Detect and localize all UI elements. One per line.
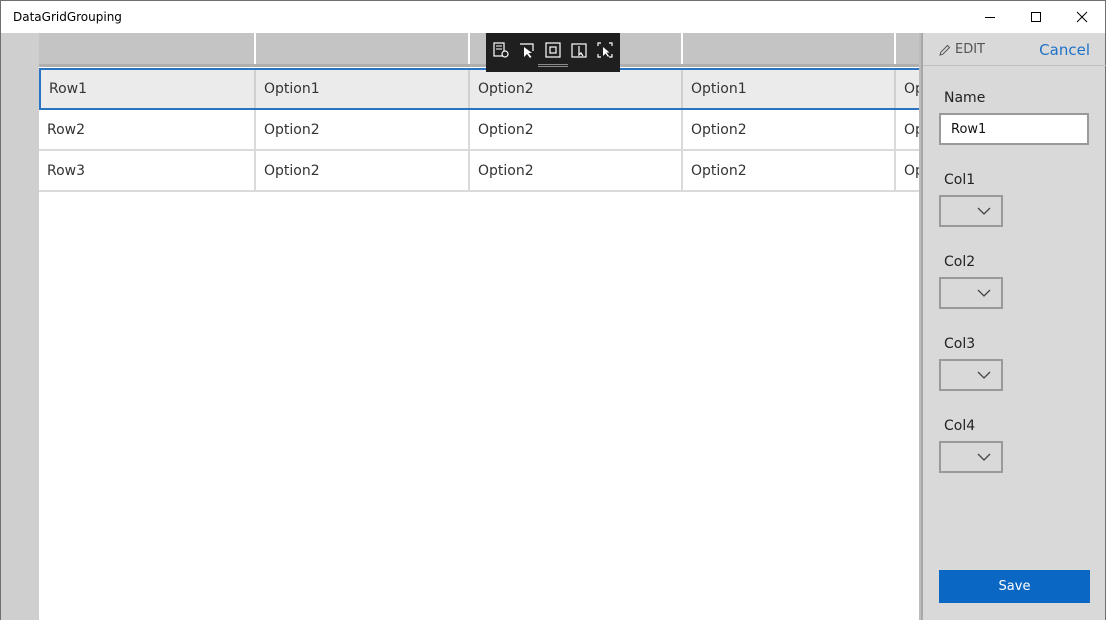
name-label: Name [944,90,986,106]
col4-combobox[interactable] [939,441,1003,473]
panel-header: EDIT Cancel [923,33,1106,66]
table-row[interactable]: Row1 Option1 Option2 Option1 Op [39,68,919,110]
col3-label: Col3 [944,336,976,352]
chevron-down-icon [977,289,991,297]
minimize-icon [985,17,995,18]
col2-combobox[interactable] [939,277,1003,309]
table-cell[interactable]: Option2 [683,151,896,190]
col2-label: Col2 [944,254,976,270]
table-cell[interactable]: Op [896,70,919,108]
column-header[interactable] [683,33,896,67]
debug-toolbar [486,33,620,72]
edit-heading: EDIT [939,42,985,57]
cancel-button[interactable]: Cancel [1039,41,1090,59]
table-cell[interactable]: Option2 [470,70,683,108]
column-header[interactable] [896,33,919,67]
table-cell[interactable]: Option2 [683,110,896,149]
col3-combobox[interactable] [939,359,1003,391]
table-cell[interactable]: Option2 [256,151,470,190]
save-button[interactable]: Save [939,570,1090,603]
header-divider [39,64,919,67]
chevron-down-icon [977,371,991,379]
table-cell[interactable]: Option2 [470,151,683,190]
column-header[interactable] [39,33,256,67]
table-cell[interactable]: Option2 [470,110,683,149]
edit-panel: EDIT Cancel Name Col1 Col2 Col3 Col4 Sav… [921,33,1106,620]
select-element-button[interactable] [516,40,538,60]
live-visual-tree-button[interactable] [490,40,512,60]
table-row[interactable]: Row3 Option2 Option2 Option2 Op [39,151,919,192]
preview-selection-icon [597,42,613,58]
chevron-down-icon [977,207,991,215]
table-cell[interactable]: Op [896,110,919,149]
display-layout-adorners-icon [545,42,561,58]
table-cell[interactable]: Op [896,151,919,190]
title-bar: DataGridGrouping [0,0,1106,33]
table-cell[interactable]: Row3 [39,151,256,190]
table-cell[interactable]: Row1 [41,70,256,108]
display-layout-adorners-button[interactable] [542,40,564,60]
table-cell[interactable]: Option1 [256,70,470,108]
toolbar-grip[interactable] [538,64,568,67]
name-input[interactable] [939,113,1089,145]
chevron-down-icon [977,453,991,461]
table-cell[interactable]: Row2 [39,110,256,149]
col4-label: Col4 [944,418,976,434]
close-button[interactable] [1059,1,1105,33]
preview-selection-button[interactable] [594,40,616,60]
column-header[interactable] [256,33,470,67]
data-grid[interactable]: Row1 Option1 Option2 Option1 Op Row2 Opt… [39,33,921,620]
maximize-button[interactable] [1013,1,1059,33]
track-focus-button[interactable] [568,40,590,60]
edit-label: EDIT [955,42,985,57]
live-visual-tree-icon [493,42,509,58]
window-title: DataGridGrouping [13,10,122,24]
maximize-icon [1031,12,1041,22]
close-icon [1076,11,1088,23]
minimize-button[interactable] [967,1,1013,33]
col1-label: Col1 [944,172,976,188]
grid-header [39,33,919,67]
table-row[interactable]: Row2 Option2 Option2 Option2 Op [39,110,919,151]
left-margin [0,33,39,620]
table-cell[interactable]: Option2 [256,110,470,149]
table-cell[interactable]: Option1 [683,70,896,108]
col1-combobox[interactable] [939,195,1003,227]
select-element-icon [520,43,534,58]
pencil-icon [939,44,951,56]
track-focus-icon [571,43,587,58]
